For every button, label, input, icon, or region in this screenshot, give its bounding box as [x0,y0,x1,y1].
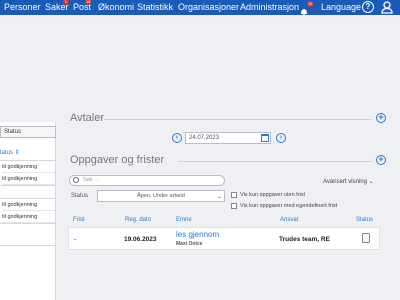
user-icon[interactable] [381,1,393,14]
nav-administrasjon[interactable]: Administrasjon [240,2,299,12]
add-task-icon[interactable]: + [376,155,386,165]
prev-date-icon[interactable]: ‹ [172,133,182,143]
help-icon[interactable]: ? [362,1,374,13]
nav-okonomi[interactable]: Økonomi [98,2,134,12]
left-card-item[interactable]: til godkjenning [2,199,55,211]
nav-personer[interactable]: Personer [4,2,41,12]
left-status-sort[interactable]: tatus ⇕ [0,149,20,156]
left-card-2: til godkjenning til godkjenning [0,198,56,224]
column-reg-dato[interactable]: Reg. dato [125,217,151,223]
custom-deadline-label: Vis kun oppgaver med egendefinert frist [240,203,338,209]
avtaler-title: Avtaler [70,112,105,124]
left-status-select[interactable]: Status [0,126,56,138]
cell-emne-link[interactable]: les gjennom [176,230,219,239]
advanced-view-toggle[interactable]: Avansert visning ⌄ [323,178,374,185]
cell-frist: - [74,236,77,243]
avtaler-divider [104,119,372,120]
add-avtale-icon[interactable]: + [376,113,386,123]
status-filter-label: Status [71,193,89,199]
search-input[interactable]: Søk ... [69,175,225,186]
left-card-1: til godkjenning til godkjenning [0,160,56,186]
chevron-down-icon: ⌄ [217,194,223,200]
left-card-item[interactable]: til godkjenning [2,211,55,223]
column-emne[interactable]: Emne [176,217,192,223]
custom-deadline-checkbox[interactable] [231,203,237,209]
clipboard-icon[interactable] [362,233,370,243]
no-deadline-label: Vis kun oppgaver uten frist [240,192,306,198]
status-filter-select[interactable]: Åpen, Under arbeid [97,190,225,202]
nav-statistikk[interactable]: Statistikk [137,2,173,12]
left-card-item[interactable]: til godkjenning [2,161,55,173]
top-navigation: Personer Saker 1 Post 18 Økonomi Statist… [0,0,400,16]
bell-badge: 18 [307,1,314,7]
cell-reg-dato: 19.06.2023 [124,236,157,243]
left-card-item[interactable]: til godkjenning [2,173,55,185]
left-divider [0,245,56,246]
tasks-divider [178,161,372,162]
cell-ansvar: Trudes team, RE [279,236,330,243]
column-status[interactable]: Status [356,217,373,223]
nav-organisasjoner[interactable]: Organisasjoner [178,2,239,12]
no-deadline-checkbox[interactable] [231,192,237,198]
language-menu[interactable]: Language [321,2,361,12]
calendar-icon[interactable] [261,134,269,142]
tasks-title: Oppgaver og frister [70,154,165,166]
table-row[interactable] [68,227,380,250]
date-field[interactable]: 24.07.2023 [185,132,271,144]
next-date-icon[interactable]: › [276,133,286,143]
search-icon [73,177,79,183]
column-ansvar[interactable]: Ansvar [280,217,299,223]
column-frist[interactable]: Frist [73,217,85,223]
cell-emne-sub: Maxi Onice [176,241,203,247]
